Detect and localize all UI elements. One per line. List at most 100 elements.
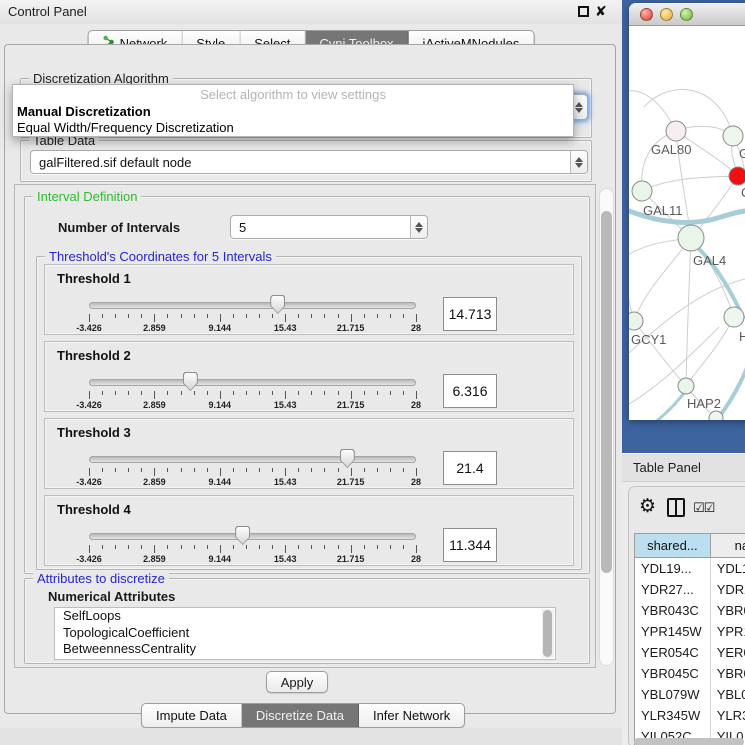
tab-impute-data[interactable]: Impute Data (142, 704, 242, 727)
stepper-icon[interactable] (410, 216, 427, 238)
network-edge[interactable] (629, 257, 634, 321)
network-thick-edge[interactable] (629, 389, 687, 420)
network-window-titlebar[interactable] (629, 3, 745, 26)
bottom-strip (0, 728, 622, 745)
network-node-c[interactable] (729, 167, 745, 185)
algorithm-dropdown-popup: Select algorithm to view settings Manual… (12, 84, 574, 137)
tab-label: Discretize Data (256, 708, 344, 723)
close-icon[interactable]: ✘ (595, 3, 607, 20)
table-row[interactable]: YLR345WYLR3 (635, 705, 745, 726)
table-row[interactable]: YER054CYER0 (635, 642, 745, 663)
slider-ticks (89, 545, 416, 554)
slider-handle[interactable] (340, 449, 355, 468)
numerical-attributes-label: Numerical Attributes (48, 589, 175, 604)
list-scrollbar[interactable] (542, 609, 554, 658)
zoom-traffic-light-icon[interactable] (680, 8, 693, 21)
slider-handle[interactable] (235, 526, 250, 545)
threshold-value-field[interactable]: 6.316 (443, 374, 497, 408)
group-title: Attributes to discretize (33, 571, 169, 586)
checkbox-icons[interactable]: ☑☑ (693, 500, 714, 516)
table-panel: ⚙ ☑☑ shared... na YDL19...YDL1YDR27...YD… (628, 486, 745, 745)
network-node-ga[interactable] (723, 126, 743, 146)
column-layout-icon[interactable] (667, 498, 685, 517)
network-node-gcy1[interactable] (629, 312, 643, 330)
slider-tick-labels: -3.4262.8599.14415.4321.71528 (89, 554, 416, 565)
table-row[interactable]: YBL079WYBL0 (635, 684, 745, 705)
table-panel-title: Table Panel (633, 460, 701, 475)
column-header-shared-name[interactable]: shared... (635, 534, 711, 558)
slider-track[interactable] (89, 533, 416, 540)
close-traffic-light-icon[interactable] (640, 8, 653, 21)
list-item[interactable]: TopologicalCoefficient (55, 625, 555, 642)
network-node-label: GAL4 (693, 253, 726, 268)
network-node-h[interactable] (724, 307, 744, 327)
control-panel: Control Panel ✘ Network Style Select Cyn… (0, 0, 622, 745)
float-window-icon[interactable] (578, 6, 589, 17)
network-node[interactable] (709, 411, 723, 420)
threshold-panel-2: Threshold 2-3.4262.8599.14415.4321.71528… (44, 341, 574, 412)
slider-tick-labels: -3.4262.8599.14415.4321.71528 (89, 323, 416, 334)
network-edge[interactable] (642, 176, 738, 191)
stepper-icon[interactable] (570, 151, 587, 173)
network-thick-edge[interactable] (719, 357, 745, 417)
table-row[interactable]: YDL19...YDL1 (635, 558, 745, 579)
network-node-label: H (739, 329, 745, 344)
threshold-panel-3: Threshold 3-3.4262.8599.14415.4321.71528… (44, 418, 574, 489)
table-row[interactable]: YDR27...YDR2 (635, 579, 745, 600)
scrollbar-thumb[interactable] (543, 610, 552, 657)
network-node-gal80[interactable] (666, 121, 686, 141)
control-panel-titlebar (0, 0, 622, 24)
table-horizontal-scrollbar[interactable] (634, 738, 744, 745)
threshold-value-field[interactable]: 21.4 (443, 451, 497, 485)
panel-scrollbar[interactable] (599, 188, 614, 666)
threshold-label: Threshold 2 (57, 348, 131, 363)
slider-ticks (89, 468, 416, 477)
control-panel-title: Control Panel (8, 4, 87, 19)
table-row[interactable]: YBR045CYBR0 (635, 663, 745, 684)
network-edge[interactable] (686, 317, 734, 386)
network-edge[interactable] (686, 238, 691, 386)
table-panel-header: Table Panel (622, 453, 745, 482)
network-edge[interactable] (634, 321, 686, 386)
tab-discretize-data[interactable]: Discretize Data (242, 704, 359, 727)
network-node-hap2[interactable] (678, 378, 694, 394)
list-item[interactable]: SelfLoops (55, 608, 555, 625)
threshold-value-field[interactable]: 11.344 (443, 528, 497, 562)
popup-item-manual-discretization[interactable]: Manual Discretization (17, 104, 151, 119)
tab-infer-network[interactable]: Infer Network (359, 704, 464, 727)
network-view-window[interactable]: GAL80GACGAL11GAL4GCY1HHAP2 (629, 3, 745, 420)
slider-track[interactable] (89, 302, 416, 309)
group-title: Interval Definition (33, 189, 141, 204)
bottom-tab-bar: Impute Data Discretize Data Infer Networ… (141, 703, 465, 728)
numerical-attributes-list[interactable]: SelfLoopsTopologicalCoefficientBetweenne… (54, 607, 556, 660)
table-data-combobox[interactable]: galFiltered.sif default node (30, 150, 588, 174)
node-attribute-table[interactable]: shared... na YDL19...YDL1YDR27...YDR2YBR… (634, 533, 745, 745)
table-row[interactable]: YBR043CYBR0 (635, 600, 745, 621)
minimize-traffic-light-icon[interactable] (660, 8, 673, 21)
column-header-name[interactable]: na (710, 534, 745, 558)
threshold-label: Threshold 1 (57, 271, 131, 286)
network-node-gal4[interactable] (678, 225, 704, 251)
slider-ticks (89, 391, 416, 400)
threshold-label: Threshold 4 (57, 502, 131, 517)
list-item[interactable]: BetweennessCentrality (55, 641, 555, 658)
slider-tick-labels: -3.4262.8599.14415.4321.71528 (89, 477, 416, 488)
network-node-gal11[interactable] (632, 181, 652, 201)
table-row[interactable]: YPR145WYPR1 (635, 621, 745, 642)
popup-item-equal-width-frequency[interactable]: Equal Width/Frequency Discretization (17, 120, 234, 135)
combo-value: 5 (231, 220, 410, 235)
slider-ticks (89, 314, 416, 323)
network-canvas[interactable]: GAL80GACGAL11GAL4GCY1HHAP2 (629, 27, 745, 420)
threshold-value-field[interactable]: 14.713 (443, 297, 497, 331)
slider-track[interactable] (89, 456, 416, 463)
scrollbar-thumb[interactable] (601, 211, 612, 573)
threshold-panel-1: Threshold 1 -3.4262.8599.14415.4321.71528… (44, 264, 574, 335)
slider-handle[interactable] (270, 295, 285, 314)
popup-placeholder-item[interactable]: Select algorithm to view settings (13, 87, 573, 102)
slider-handle[interactable] (183, 372, 198, 391)
gear-icon[interactable]: ⚙ (639, 497, 656, 516)
slider-track[interactable] (89, 379, 416, 386)
number-of-intervals-combobox[interactable]: 5 (230, 215, 428, 239)
tab-label: Infer Network (373, 708, 450, 723)
apply-button[interactable]: Apply (266, 671, 328, 693)
